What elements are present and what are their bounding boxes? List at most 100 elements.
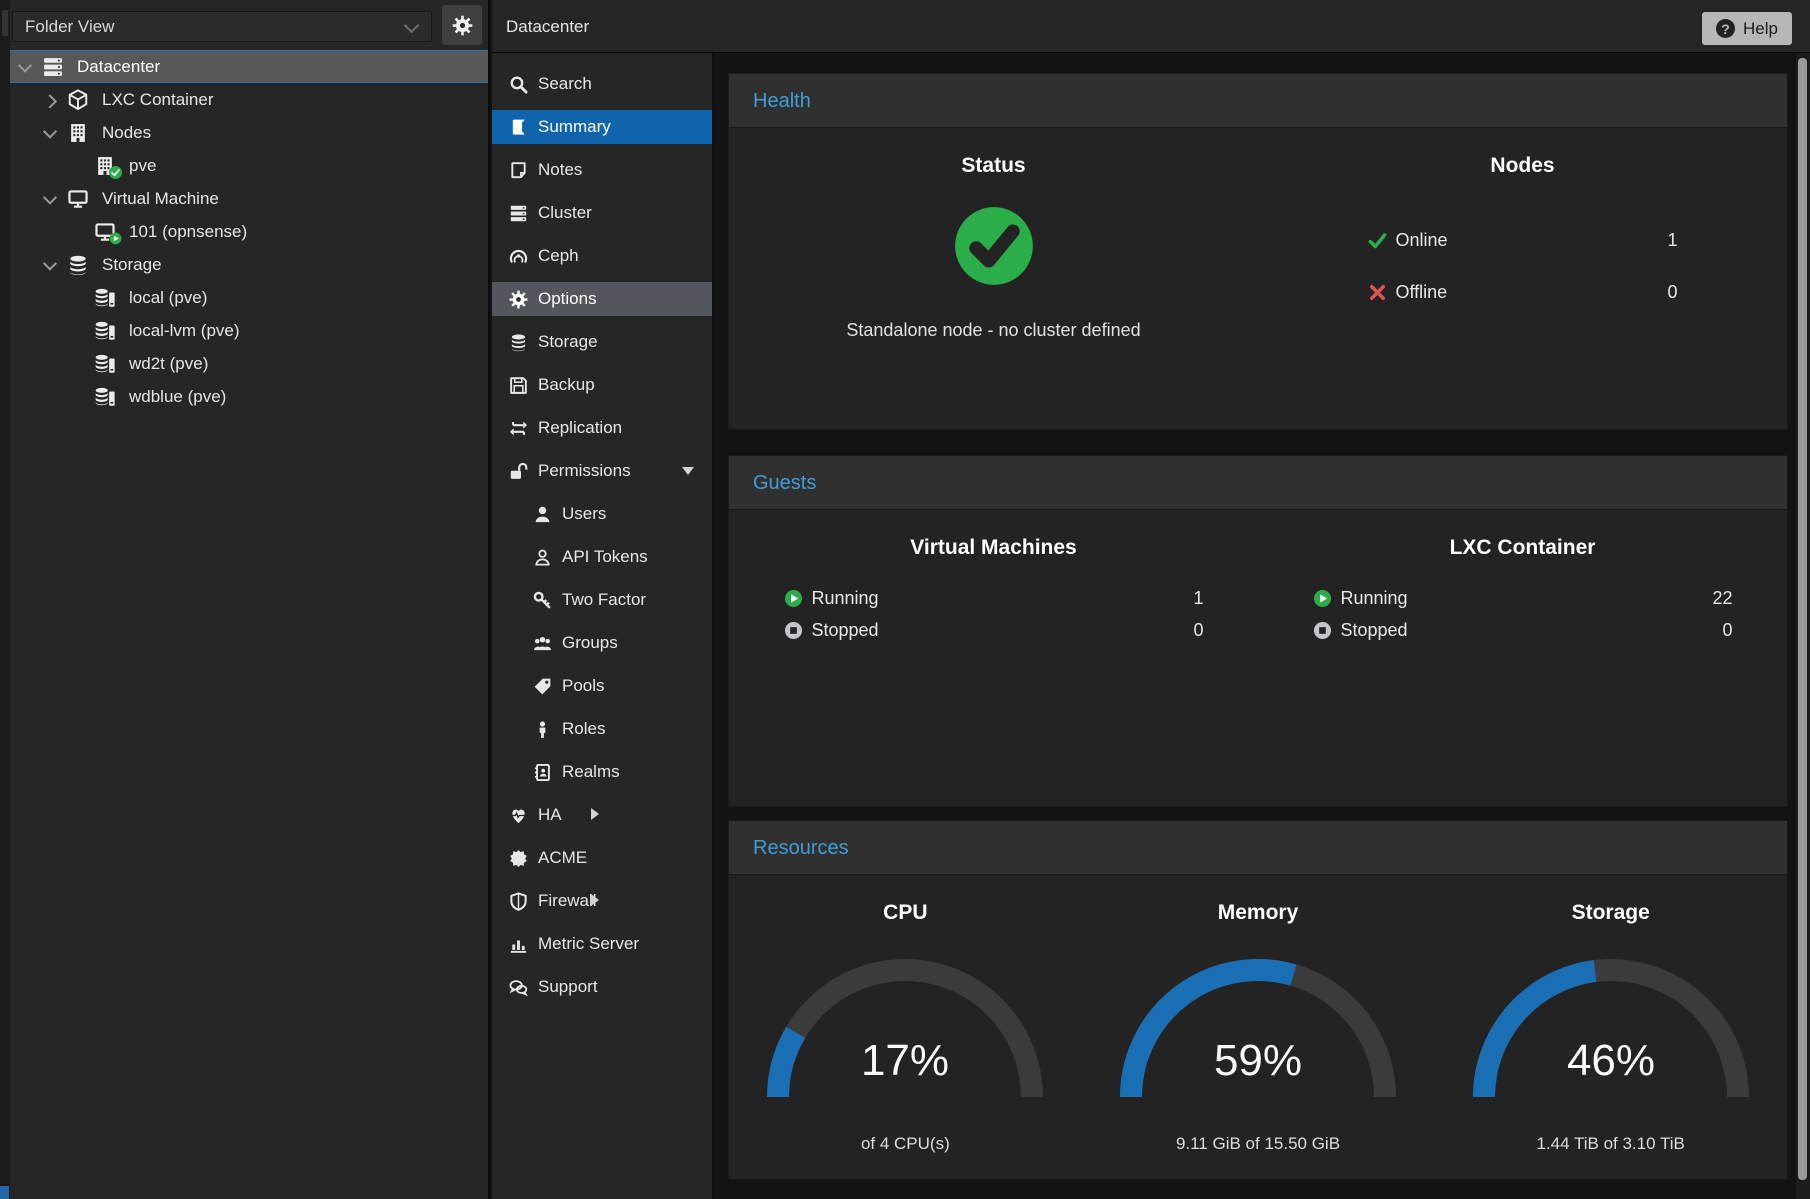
menu-item-cluster[interactable]: Cluster <box>492 196 712 230</box>
tree-item-label: wd2t (pve) <box>129 354 208 374</box>
menu-item-label: ACME <box>538 848 587 868</box>
tree-settings-button[interactable] <box>442 5 482 45</box>
guest-status-label: Running <box>812 588 879 609</box>
menu-item-backup[interactable]: Backup <box>492 368 712 402</box>
guest-status-row-stopped: Stopped0 <box>784 614 1204 646</box>
menu-item-ha[interactable]: HA <box>492 798 712 832</box>
node-status-row-online: Online1 <box>1368 214 1678 266</box>
caret-down-icon[interactable] <box>45 194 67 204</box>
menu-item-search[interactable]: Search <box>492 67 712 101</box>
acme-icon <box>508 848 528 868</box>
gauge-sublabel: 9.11 GiB of 15.50 GiB <box>1082 1134 1435 1154</box>
search-icon <box>508 74 528 94</box>
storage-drive-icon <box>94 353 120 375</box>
expander-expand-icon[interactable] <box>591 894 599 906</box>
guests-column-lxc-container: LXC ContainerRunning22Stopped0 <box>1258 510 1787 646</box>
scrollbar-thumb[interactable] <box>1798 58 1807 1180</box>
gauge-storage: 46% <box>1461 959 1761 1119</box>
menu-item-acme[interactable]: ACME <box>492 841 712 875</box>
gauge-cpu: 17% <box>755 959 1055 1119</box>
tree-item-virtual-machine[interactable]: Virtual Machine <box>10 182 488 215</box>
menu-item-label: Storage <box>538 332 598 352</box>
menu-item-two-factor[interactable]: Two Factor <box>492 583 712 617</box>
tree-item-local-lvm-pve[interactable]: local-lvm (pve) <box>10 314 488 347</box>
tree-item-label: local (pve) <box>129 288 207 308</box>
view-selector-value: Folder View <box>25 17 114 36</box>
menu-item-metric-server[interactable]: Metric Server <box>492 927 712 961</box>
storage-drive-icon <box>94 386 120 408</box>
menu-item-summary[interactable]: Summary <box>492 110 712 144</box>
tree-item-lxc-container[interactable]: LXC Container <box>10 83 488 116</box>
gauge-column-memory: Memory59%9.11 GiB of 15.50 GiB <box>1082 875 1435 1154</box>
permissions-icon <box>508 461 528 481</box>
menu-item-roles[interactable]: Roles <box>492 712 712 746</box>
caret-down-icon[interactable] <box>45 260 67 270</box>
tree-item-wdblue-pve[interactable]: wdblue (pve) <box>10 380 488 413</box>
guests-panel: Guests Virtual MachinesRunning1Stopped0L… <box>728 455 1788 807</box>
stop-circle-icon <box>784 621 803 640</box>
menu-item-label: Cluster <box>538 203 592 223</box>
tree-item-label: Nodes <box>102 123 151 143</box>
health-nodes-column: Nodes Online1Offline0 <box>1258 128 1787 341</box>
tree-item-datacenter[interactable]: Datacenter <box>10 50 488 83</box>
menu-item-permissions[interactable]: Permissions <box>492 454 712 488</box>
menu-item-api-tokens[interactable]: API Tokens <box>492 540 712 574</box>
play-circle-icon <box>1313 589 1332 608</box>
storage-drive-icon <box>94 287 120 309</box>
cluster-icon <box>508 203 528 223</box>
resource-tree: DatacenterLXC Container Nodes pve Virtual M… <box>10 50 488 413</box>
caret-down-icon[interactable] <box>20 62 42 72</box>
tree-item-pve[interactable]: pve <box>10 149 488 182</box>
menu-item-label: Search <box>538 74 592 94</box>
menu-item-groups[interactable]: Groups <box>492 626 712 660</box>
tree-item-101-opnsense[interactable]: 101 (opnsense) <box>10 215 488 248</box>
menu-item-firewall[interactable]: Firewall <box>492 884 712 918</box>
tree-item-storage[interactable]: Storage <box>10 248 488 281</box>
guest-status-value: 1 <box>1193 588 1203 609</box>
menu-item-notes[interactable]: Notes <box>492 153 712 187</box>
menu-item-label: Support <box>538 977 598 997</box>
tree-item-local-pve[interactable]: local (pve) <box>10 281 488 314</box>
health-status-column: Status Standalone node - no cluster defi… <box>729 128 1258 341</box>
guest-status-label: Running <box>1341 588 1408 609</box>
view-selector[interactable]: Folder View <box>12 11 432 42</box>
resource-tree-panel: Folder View DatacenterLXC Container Nodes… <box>10 0 490 1199</box>
gauge-memory: 59% <box>1108 959 1408 1119</box>
tree-item-label: local-lvm (pve) <box>129 321 240 341</box>
book-icon <box>508 117 528 137</box>
health-panel: Health Status Standalone node - no clust… <box>728 73 1788 430</box>
tree-item-wd2t-pve[interactable]: wd2t (pve) <box>10 347 488 380</box>
guests-column-virtual-machines: Virtual MachinesRunning1Stopped0 <box>729 510 1258 646</box>
user-icon <box>532 504 552 524</box>
role-icon <box>532 719 552 739</box>
key-icon <box>532 590 552 610</box>
menu-item-storage[interactable]: Storage <box>492 325 712 359</box>
monitor-play-icon <box>94 221 120 243</box>
menu-item-replication[interactable]: Replication <box>492 411 712 445</box>
menu-item-label: Realms <box>562 762 620 782</box>
menu-item-options[interactable]: Options <box>492 282 712 316</box>
tree-item-label: Virtual Machine <box>102 189 219 209</box>
question-circle-icon: ? <box>1716 19 1735 38</box>
tree-item-label: 101 (opnsense) <box>129 222 247 242</box>
expander-collapse-icon[interactable] <box>682 467 694 475</box>
tree-item-label: pve <box>129 156 156 176</box>
expander-expand-icon[interactable] <box>591 808 599 820</box>
menu-item-users[interactable]: Users <box>492 497 712 531</box>
resources-panel-title: Resources <box>729 821 1787 875</box>
menu-item-label: Ceph <box>538 246 579 266</box>
caret-right-icon[interactable] <box>45 95 67 105</box>
backup-icon <box>508 375 528 395</box>
gauge-percent-label: 59% <box>1214 1036 1302 1085</box>
tree-item-nodes[interactable]: Nodes <box>10 116 488 149</box>
menu-item-ceph[interactable]: Ceph <box>492 239 712 273</box>
help-button[interactable]: ? Help <box>1702 12 1792 45</box>
check-icon <box>1368 231 1387 250</box>
guests-panel-title: Guests <box>729 456 1787 510</box>
caret-down-icon[interactable] <box>45 128 67 138</box>
gauge-sublabel: of 4 CPU(s) <box>729 1134 1082 1154</box>
menu-item-pools[interactable]: Pools <box>492 669 712 703</box>
datacenter-icon <box>42 56 68 78</box>
menu-item-support[interactable]: Support <box>492 970 712 1004</box>
menu-item-realms[interactable]: Realms <box>492 755 712 789</box>
